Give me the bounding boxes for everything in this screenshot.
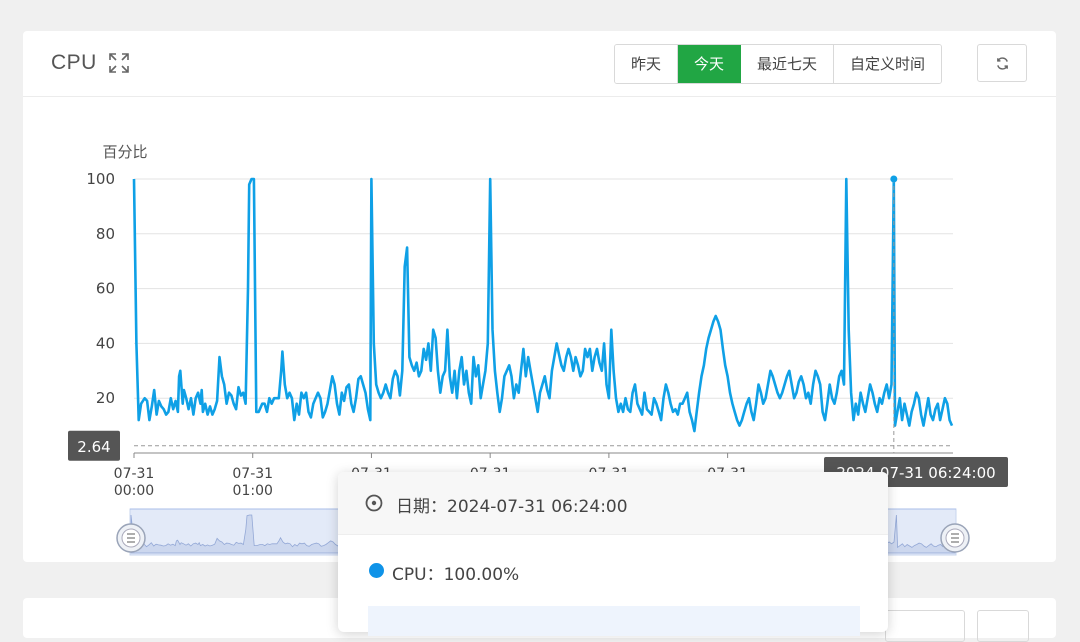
series-dot <box>369 563 384 578</box>
datazoom-handle-left[interactable] <box>116 523 146 553</box>
datazoom-handle-right[interactable] <box>940 523 970 553</box>
y-axis-title: 百分比 <box>102 143 147 161</box>
tooltip-detail-bar <box>368 606 860 636</box>
next-panel-button[interactable] <box>885 610 965 642</box>
y-tick-label: 100 <box>86 170 115 188</box>
highlight-point <box>890 175 898 183</box>
clock-icon <box>365 494 383 512</box>
chart-tooltip: 日期：2024-07-31 06:24:00 CPU：100.00% <box>338 472 888 636</box>
x-tick-date: 07-31 <box>114 466 155 482</box>
x-tick-date: 07-31 <box>232 466 273 482</box>
y-tick-label: 40 <box>96 334 115 352</box>
tooltip-header: 日期：2024-07-31 06:24:00 <box>338 472 888 535</box>
y-tick-label: 20 <box>96 389 115 407</box>
y-pointer-label: 2.64 <box>77 438 110 456</box>
tooltip-value: CPU：100.00% <box>392 565 520 585</box>
y-tick-label: 80 <box>96 225 115 243</box>
next-panel-refresh-button[interactable] <box>977 610 1029 642</box>
tooltip-date: 日期：2024-07-31 06:24:00 <box>396 497 628 517</box>
y-tick-label: 60 <box>96 280 115 298</box>
x-tick-time: 01:00 <box>233 483 273 499</box>
x-tick-time: 00:00 <box>114 483 154 499</box>
series-line-cpu <box>132 177 954 433</box>
